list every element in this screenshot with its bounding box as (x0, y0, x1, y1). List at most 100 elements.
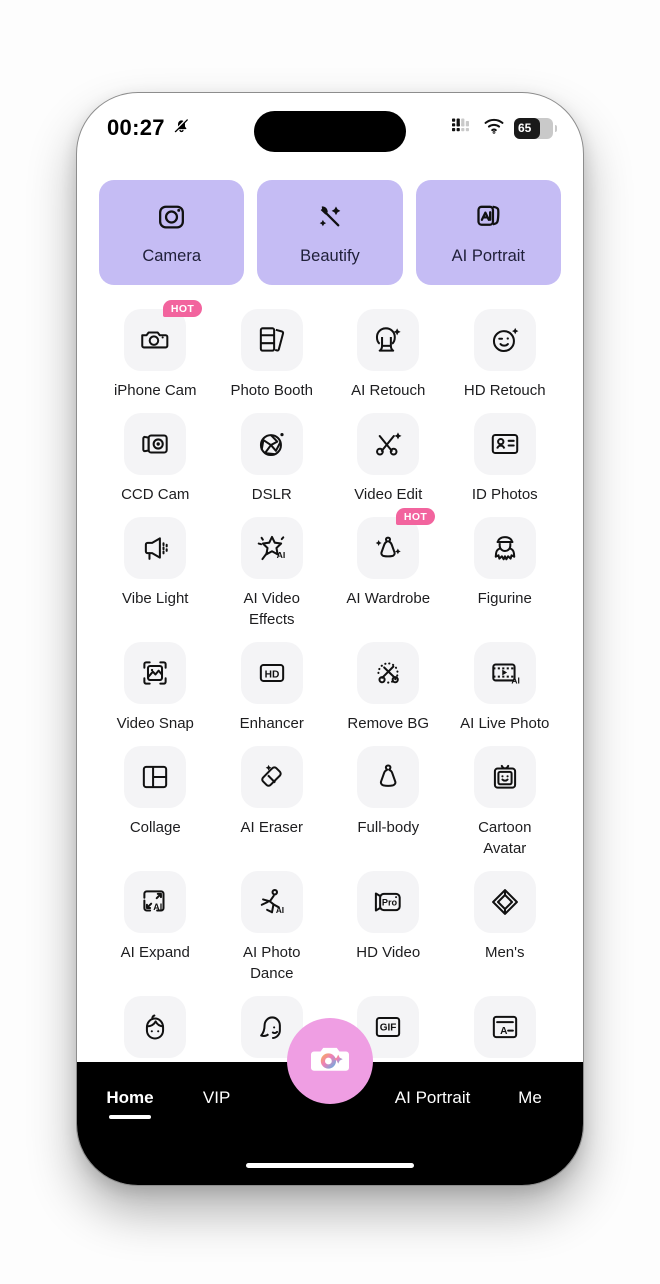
tool-ai-wardrobe[interactable]: HOT AI Wardrobe (330, 508, 447, 630)
tool-ccd-cam[interactable]: CCD Cam (97, 405, 214, 505)
tool-tile (240, 413, 303, 475)
shortcut-camera[interactable]: Camera (99, 180, 245, 285)
tool-collage[interactable]: Collage (97, 738, 214, 859)
shortcut-label: Beautify (300, 246, 360, 265)
tool-tile (124, 413, 187, 475)
tool-label: Remove BG (347, 715, 430, 732)
tool-label: AI Photo Dance (242, 944, 301, 982)
svg-text:AI: AI (276, 906, 284, 915)
status-bar-left: 00:27 (107, 115, 191, 141)
hot-badge: HOT (395, 508, 436, 525)
tab-ai-portrait[interactable]: AI Portrait (395, 1088, 471, 1108)
tool-tile: AI (240, 871, 303, 933)
tool-tile (357, 309, 420, 371)
battery-percent: 65 (518, 121, 532, 135)
tool-iphone-cam[interactable]: HOT iPhone Cam (97, 300, 214, 401)
battery-indicator: 65 (514, 117, 557, 139)
tool-id-photos[interactable]: ID Photos (447, 405, 564, 505)
tool-video-edit[interactable]: Video Edit (330, 405, 447, 505)
tab-label: Home (106, 1088, 154, 1107)
tool-remove-bg[interactable]: Remove BG (330, 634, 447, 734)
tool-label: HD Video (356, 944, 421, 961)
bell-muted-icon (172, 116, 191, 140)
tool-figurine[interactable]: Figurine (447, 509, 564, 630)
tool-text-doc[interactable]: A (447, 988, 564, 1067)
tool-tile: Pro (357, 871, 420, 933)
tool-label: Collage (129, 819, 181, 836)
tool-label: AI Video Effects (243, 590, 300, 628)
tool-tile (357, 413, 420, 475)
shortcut-beautify[interactable]: Beautify (257, 180, 403, 285)
svg-text:GIF: GIF (380, 1023, 397, 1034)
tool-tile: AI (124, 871, 187, 933)
battery-cap (554, 124, 557, 132)
svg-text:HD: HD (264, 669, 279, 680)
tool-tile (240, 309, 303, 371)
tool-full-body[interactable]: Full-body (330, 738, 447, 859)
tab-active-underline (109, 1115, 151, 1119)
tool-label: iPhone Cam (113, 382, 197, 399)
svg-text:AI: AI (154, 902, 163, 912)
tool-label: CCD Cam (121, 486, 190, 503)
tool-label: AI Eraser (240, 819, 304, 836)
camera-shutter-icon (304, 1033, 356, 1090)
tool-hd-video[interactable]: Pro HD Video (330, 863, 447, 984)
tool-tile (473, 413, 536, 475)
tool-label: Full-body (357, 819, 420, 836)
tool-photo-booth[interactable]: Photo Booth (214, 301, 331, 401)
tool-hd-retouch[interactable]: HD Retouch (447, 301, 564, 401)
tool-cartoon-avatar[interactable]: Cartoon Avatar (447, 738, 564, 859)
tool-dslr[interactable]: DSLR (214, 405, 331, 505)
tool-ai-photo-dance[interactable]: AI AI Photo Dance (214, 863, 331, 984)
phone-frame: 00:27 65 Camera Beautify AI Portrait HOT… (76, 92, 584, 1186)
tool-tile (473, 309, 536, 371)
tool-vibe-light[interactable]: Vibe Light (97, 509, 214, 630)
tool-video-snap[interactable]: Video Snap (97, 634, 214, 734)
tool-tile (124, 517, 187, 579)
tool-label: AI Expand (120, 944, 190, 961)
tool-mens[interactable]: Men's (447, 863, 564, 984)
magic-wand-icon (313, 200, 346, 238)
tool-label: Figurine (477, 590, 532, 607)
tab-vip[interactable]: VIP (190, 1088, 244, 1108)
tool-tile (473, 517, 536, 579)
tool-tile (240, 746, 303, 808)
tool-tile (473, 746, 536, 808)
svg-text:AI: AI (511, 676, 520, 686)
tool-tile: AI (473, 642, 536, 704)
camera-square-icon (155, 200, 188, 238)
tool-label: Video Edit (354, 486, 423, 503)
shortcut-ai-portrait[interactable]: AI Portrait (415, 180, 561, 285)
tool-label: AI Retouch (351, 382, 426, 399)
svg-text:Pro: Pro (382, 897, 398, 907)
tool-ai-live-photo[interactable]: AI AI Live Photo (447, 634, 564, 734)
tab-home[interactable]: Home (103, 1088, 157, 1119)
tool-ai-video-effects[interactable]: AI AI Video Effects (214, 509, 331, 630)
tool-label: AI Live Photo (460, 715, 550, 732)
ai-photo-stack-icon (472, 200, 505, 238)
camera-fab-button[interactable] (287, 1018, 373, 1104)
tool-boy-face[interactable] (97, 988, 214, 1067)
svg-text:AI: AI (276, 550, 285, 560)
tool-ai-retouch[interactable]: AI Retouch (330, 301, 447, 401)
shortcut-label: Camera (142, 246, 201, 265)
tool-tile (473, 871, 536, 933)
tab-me[interactable]: Me (503, 1088, 557, 1108)
tool-label: Video Snap (116, 715, 194, 732)
tool-tile: AI (240, 517, 303, 579)
tool-label: Cartoon Avatar (478, 819, 532, 857)
tool-label: DSLR (251, 486, 292, 503)
shortcut-label: AI Portrait (451, 246, 525, 265)
tool-tile (124, 642, 187, 704)
tool-ai-eraser[interactable]: AI Eraser (214, 738, 331, 859)
tool-label: HD Retouch (463, 382, 546, 399)
tool-tile: HD (240, 642, 303, 704)
tool-ai-expand[interactable]: AI AI Expand (97, 863, 214, 984)
tab-label: AI Portrait (394, 1088, 471, 1107)
tab-label: VIP (202, 1088, 231, 1107)
tool-tile: A (473, 996, 536, 1058)
shortcut-row: Camera Beautify AI Portrait (77, 163, 583, 285)
tool-tile: HOT (124, 300, 203, 371)
tool-tile (124, 746, 187, 808)
tool-enhancer[interactable]: HD Enhancer (214, 634, 331, 734)
